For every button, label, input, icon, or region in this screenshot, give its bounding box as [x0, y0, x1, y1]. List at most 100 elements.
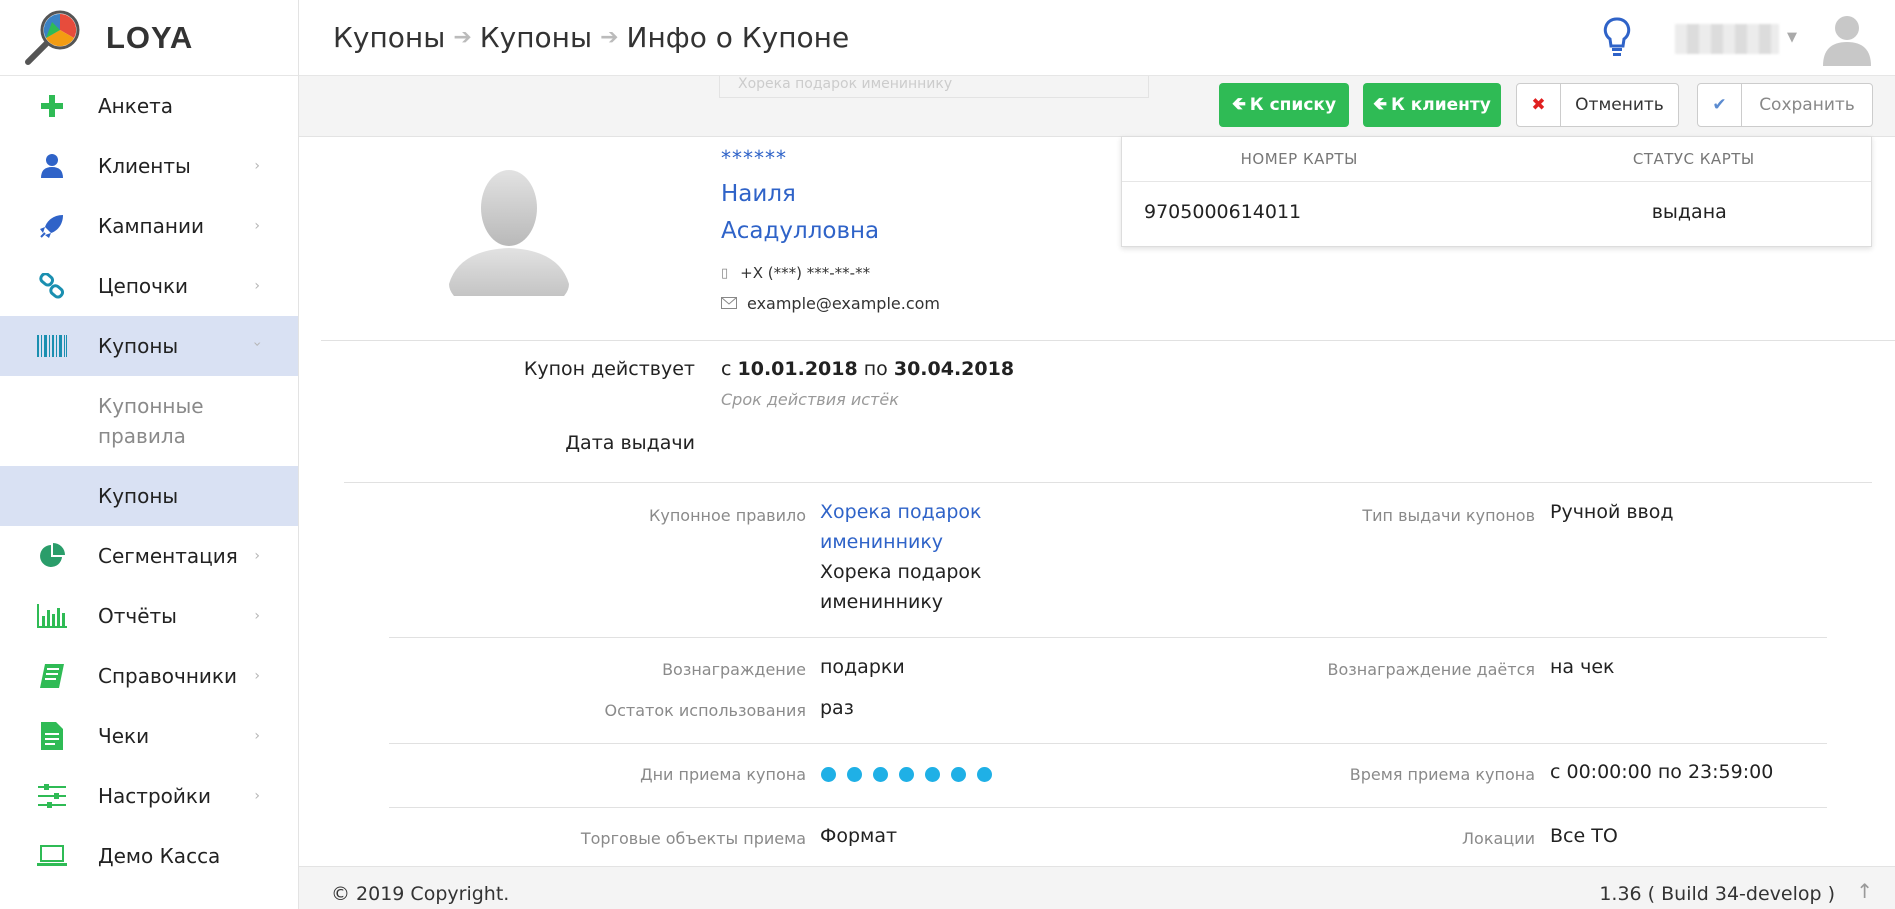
breadcrumb: Купоны ➔ Купоны ➔ Инфо о Купоне [333, 21, 849, 54]
envelope-icon [721, 294, 737, 313]
sidebar-item-coupons[interactable]: Купоны › [0, 316, 298, 376]
issue-type-value: Ручной ввод [1550, 501, 1674, 523]
cancel-button[interactable]: ✖ Отменить [1516, 83, 1679, 127]
receipt-icon [37, 721, 67, 751]
bar-chart-icon [37, 601, 67, 631]
divider [389, 637, 1827, 638]
sidebar: LOYA Анкета Клиенты › Кампании › Цепочки… [0, 0, 299, 909]
sidebar-item-label: Чеки [98, 724, 150, 748]
table-row[interactable]: 9705000614011 выдана [1122, 182, 1871, 242]
pie-icon [37, 541, 67, 571]
locations-label: Локации [1462, 829, 1535, 848]
user-icon [37, 151, 67, 181]
ghost-field: Хорека подарок имениннику [719, 76, 1149, 98]
rule-link-line: Хорека подарок [820, 501, 982, 523]
client-name[interactable]: Наиля Асадулловна [721, 176, 879, 250]
toolbar: Хорека подарок имениннику 🡸 К списку 🡸 К… [299, 76, 1895, 137]
locations-value: Все ТО [1550, 825, 1618, 847]
sidebar-item-chains[interactable]: Цепочки › [0, 256, 298, 316]
client-name-second: Асадулловна [721, 218, 880, 244]
sidebar-item-label: Сегментация [98, 544, 238, 568]
breadcrumb-item[interactable]: Купоны [480, 21, 592, 54]
footer: © 2019 Copyright. 1.36 ( Build 34-develo… [299, 866, 1895, 909]
breadcrumb-current: Инфо о Купоне [626, 21, 850, 54]
chevron-right-icon: › [254, 158, 260, 174]
expired-note: Срок действия истёк [721, 390, 899, 409]
days-indicator [821, 767, 992, 782]
day-dot [899, 767, 914, 782]
sidebar-item-anketa[interactable]: Анкета [0, 76, 298, 136]
topbar: Купоны ➔ Купоны ➔ Инфо о Купоне ▼ [299, 0, 1895, 76]
chevron-right-icon: › [254, 788, 260, 804]
sidebar-item-demo-kassa[interactable]: Демо Касса [0, 826, 298, 886]
sidebar-subitem-label: Купоны [98, 484, 179, 508]
save-button[interactable]: ✔ Сохранить [1697, 83, 1873, 127]
avatar[interactable] [1819, 10, 1875, 66]
reward-label: Вознаграждение [662, 660, 806, 679]
sliders-icon [37, 781, 67, 811]
sidebar-item-segmentation[interactable]: Сегментация › [0, 526, 298, 586]
valid-from-prefix: с [721, 358, 732, 380]
divider [321, 340, 1895, 341]
check-icon: ✔ [1698, 84, 1742, 126]
rule-link-line: имениннику [820, 531, 944, 553]
valid-period: с 10.01.2018 по 30.04.2018 [721, 358, 1014, 380]
sidebar-item-receipts[interactable]: Чеки › [0, 706, 298, 766]
remaining-label: Остаток использования [604, 701, 807, 720]
time-value: с 00:00:00 по 23:59:00 [1550, 761, 1774, 783]
sidebar-item-settings[interactable]: Настройки › [0, 766, 298, 826]
logo-icon [22, 8, 86, 68]
sidebar-item-clients[interactable]: Клиенты › [0, 136, 298, 196]
main-content: Хорека подарок имениннику 🡸 К списку 🡸 К… [299, 76, 1895, 866]
client-name-first: Наиля [721, 181, 796, 207]
card-number: 9705000614011 [1144, 201, 1302, 223]
divider [389, 743, 1827, 744]
sidebar-item-label: Настройки [98, 784, 211, 808]
rule-text-line: имениннику [820, 591, 944, 613]
card-table: НОМЕР КАРТЫ СТАТУС КАРТЫ 9705000614011 в… [1121, 136, 1872, 247]
chevron-right-icon: › [254, 278, 260, 294]
chain-icon [37, 271, 67, 301]
copyright: © 2019 Copyright. [331, 883, 510, 905]
to-client-button[interactable]: 🡸 К клиенту [1363, 83, 1501, 127]
user-name-blurred[interactable] [1675, 24, 1779, 54]
sidebar-subitem-coupon-rules[interactable]: Купонные правила [0, 376, 298, 466]
chevron-right-icon: › [254, 668, 260, 684]
day-dot [977, 767, 992, 782]
cancel-label: Отменить [1575, 95, 1664, 115]
close-icon: ✖ [1517, 84, 1561, 126]
barcode-icon [37, 331, 67, 361]
days-label: Дни приема купона [640, 765, 806, 784]
sidebar-subitem-coupons[interactable]: Купоны [0, 466, 298, 526]
to-list-button[interactable]: 🡸 К списку [1219, 83, 1349, 127]
breadcrumb-item[interactable]: Купоны [333, 21, 445, 54]
reward-value: подарки [820, 656, 905, 678]
day-dot [925, 767, 940, 782]
rule-text-line: Хорека подарок [820, 561, 982, 583]
stores-value: Формат [820, 825, 898, 847]
chevron-right-icon: › [254, 218, 260, 234]
valid-from: 10.01.2018 [737, 358, 858, 380]
laptop-icon [37, 841, 67, 871]
valid-to-prefix: по [863, 358, 888, 380]
caret-down-icon[interactable]: ▼ [1787, 30, 1797, 45]
lightbulb-icon[interactable] [1603, 16, 1631, 62]
logo[interactable]: LOYA [0, 0, 298, 76]
arrow-right-icon: ➔ [600, 25, 619, 50]
rule-link[interactable]: Хорека подарок имениннику [820, 497, 982, 557]
phone-icon: ▯ [721, 265, 729, 281]
arrow-left-icon: 🡸 [1231, 93, 1246, 114]
email-value: example@example.com [747, 294, 940, 313]
chevron-right-icon: › [254, 728, 260, 744]
scroll-top-icon[interactable]: ↑ [1856, 879, 1873, 903]
plus-icon [37, 91, 67, 121]
sidebar-item-label: Анкета [98, 94, 174, 118]
to-list-label: К списку [1249, 95, 1337, 115]
save-label: Сохранить [1759, 95, 1855, 115]
divider [389, 807, 1827, 808]
sidebar-item-directories[interactable]: Справочники › [0, 646, 298, 706]
sidebar-item-reports[interactable]: Отчёты › [0, 586, 298, 646]
sidebar-item-campaigns[interactable]: Кампании › [0, 196, 298, 256]
app-name: LOYA [106, 19, 194, 55]
sidebar-item-label: Отчёты [98, 604, 177, 628]
